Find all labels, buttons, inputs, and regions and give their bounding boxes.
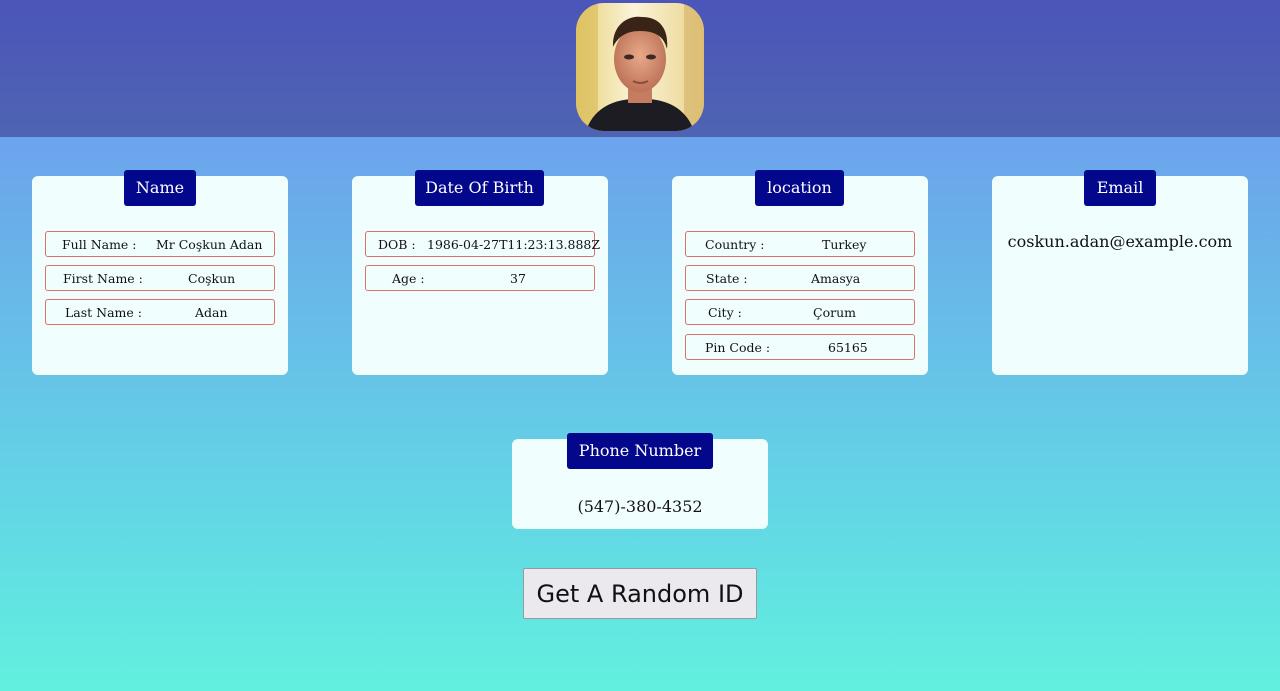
last-name-row: Last Name : Adan	[45, 299, 275, 325]
name-card: Name Full Name : Mr Coşkun Adan First Na…	[32, 170, 288, 375]
city-label: City :	[708, 305, 742, 320]
full-name-row: Full Name : Mr Coşkun Adan	[45, 231, 275, 257]
state-row: State : Amasya	[685, 265, 915, 291]
last-name-label: Last Name :	[65, 305, 142, 320]
city-value: Çorum	[813, 305, 856, 320]
age-row: Age : 37	[365, 265, 595, 291]
pin-code-value: 65165	[828, 340, 868, 355]
email-value: coskun.adan@example.com	[1007, 232, 1233, 251]
country-row: Country : Turkey	[685, 231, 915, 257]
first-name-label: First Name :	[63, 271, 143, 286]
first-name-row: First Name : Coşkun	[45, 265, 275, 291]
full-name-value: Mr Coşkun Adan	[156, 237, 263, 252]
age-label: Age :	[392, 271, 425, 286]
country-value: Turkey	[822, 237, 867, 252]
dob-label: DOB :	[378, 237, 416, 252]
name-card-title: Name	[124, 170, 196, 206]
state-value: Amasya	[811, 271, 861, 286]
phone-card: Phone Number (547)-380-4352	[512, 433, 768, 529]
email-card: Email coskun.adan@example.com	[992, 170, 1248, 375]
pin-code-row: Pin Code : 65165	[685, 334, 915, 360]
last-name-value: Adan	[195, 305, 228, 320]
dob-value: 1986-04-27T11:23:13.888Z	[427, 237, 601, 252]
dob-card-title: Date Of Birth	[415, 170, 544, 206]
header-banner	[0, 0, 1280, 137]
first-name-value: Coşkun	[188, 271, 236, 286]
country-label: Country :	[705, 237, 765, 252]
state-label: State :	[706, 271, 748, 286]
dob-card: Date Of Birth DOB : 1986-04-27T11:23:13.…	[352, 170, 608, 375]
age-value: 37	[510, 271, 526, 286]
profile-photo	[576, 3, 704, 131]
location-card-title: location	[755, 170, 844, 206]
location-card: location Country : Turkey State : Amasya…	[672, 170, 928, 375]
full-name-label: Full Name :	[62, 237, 137, 252]
city-row: City : Çorum	[685, 299, 915, 325]
dob-row: DOB : 1986-04-27T11:23:13.888Z	[365, 231, 600, 257]
phone-value: (547)-380-4352	[577, 497, 703, 516]
phone-card-title: Phone Number	[567, 433, 713, 469]
get-random-id-button[interactable]: Get A Random ID	[523, 568, 757, 619]
pin-code-label: Pin Code :	[705, 340, 771, 355]
profile-avatar	[576, 3, 704, 131]
email-card-title: Email	[1084, 170, 1156, 206]
